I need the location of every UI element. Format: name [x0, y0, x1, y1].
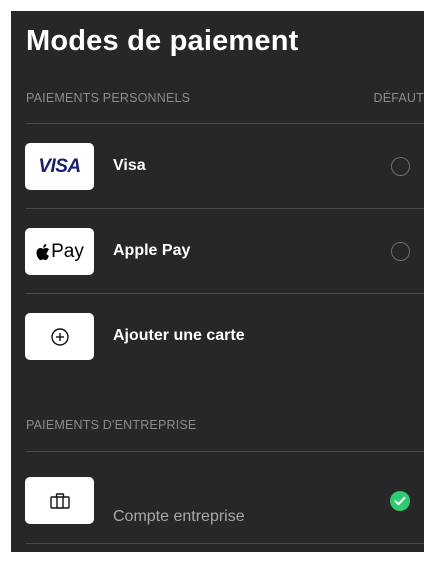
business-logo — [25, 477, 94, 524]
divider — [26, 543, 424, 544]
apple-pay-logo-text: Pay — [51, 240, 84, 262]
payment-method-business-account[interactable]: Compte entreprise — [11, 452, 424, 536]
default-column-label: DÉFAUT — [373, 91, 424, 105]
add-card-label: Ajouter une carte — [113, 327, 245, 344]
checkmark-icon — [394, 496, 406, 506]
default-radio-visa[interactable] — [391, 157, 410, 176]
default-radio-apple-pay[interactable] — [391, 242, 410, 261]
business-account-label: Compte entreprise — [113, 508, 245, 525]
add-card-button[interactable]: Ajouter une carte — [11, 294, 424, 378]
personal-payments-header: PAIEMENTS PERSONNELS DÉFAUT — [26, 91, 424, 121]
payment-method-apple-pay[interactable]: Pay Apple Pay — [11, 209, 424, 293]
payment-method-label: Apple Pay — [113, 242, 191, 259]
personal-payments-label: PAIEMENTS PERSONNELS — [26, 91, 191, 105]
page-title: Modes de paiement — [26, 25, 299, 57]
default-selected-business[interactable] — [390, 491, 410, 511]
briefcase-icon — [49, 492, 70, 509]
payment-method-visa[interactable]: VISA Visa — [11, 124, 424, 208]
payment-methods-screen: Modes de paiement PAIEMENTS PERSONNELS D… — [11, 11, 424, 552]
add-card-logo — [25, 313, 94, 360]
payment-method-label: Visa — [113, 157, 146, 174]
visa-logo-text: VISA — [38, 155, 81, 177]
plus-circle-icon — [50, 327, 69, 346]
business-payments-header: PAIEMENTS D'ENTREPRISE — [26, 418, 424, 448]
apple-icon — [36, 243, 50, 260]
visa-logo: VISA — [25, 143, 94, 190]
business-payments-label: PAIEMENTS D'ENTREPRISE — [26, 418, 197, 432]
apple-pay-logo: Pay — [25, 228, 94, 275]
